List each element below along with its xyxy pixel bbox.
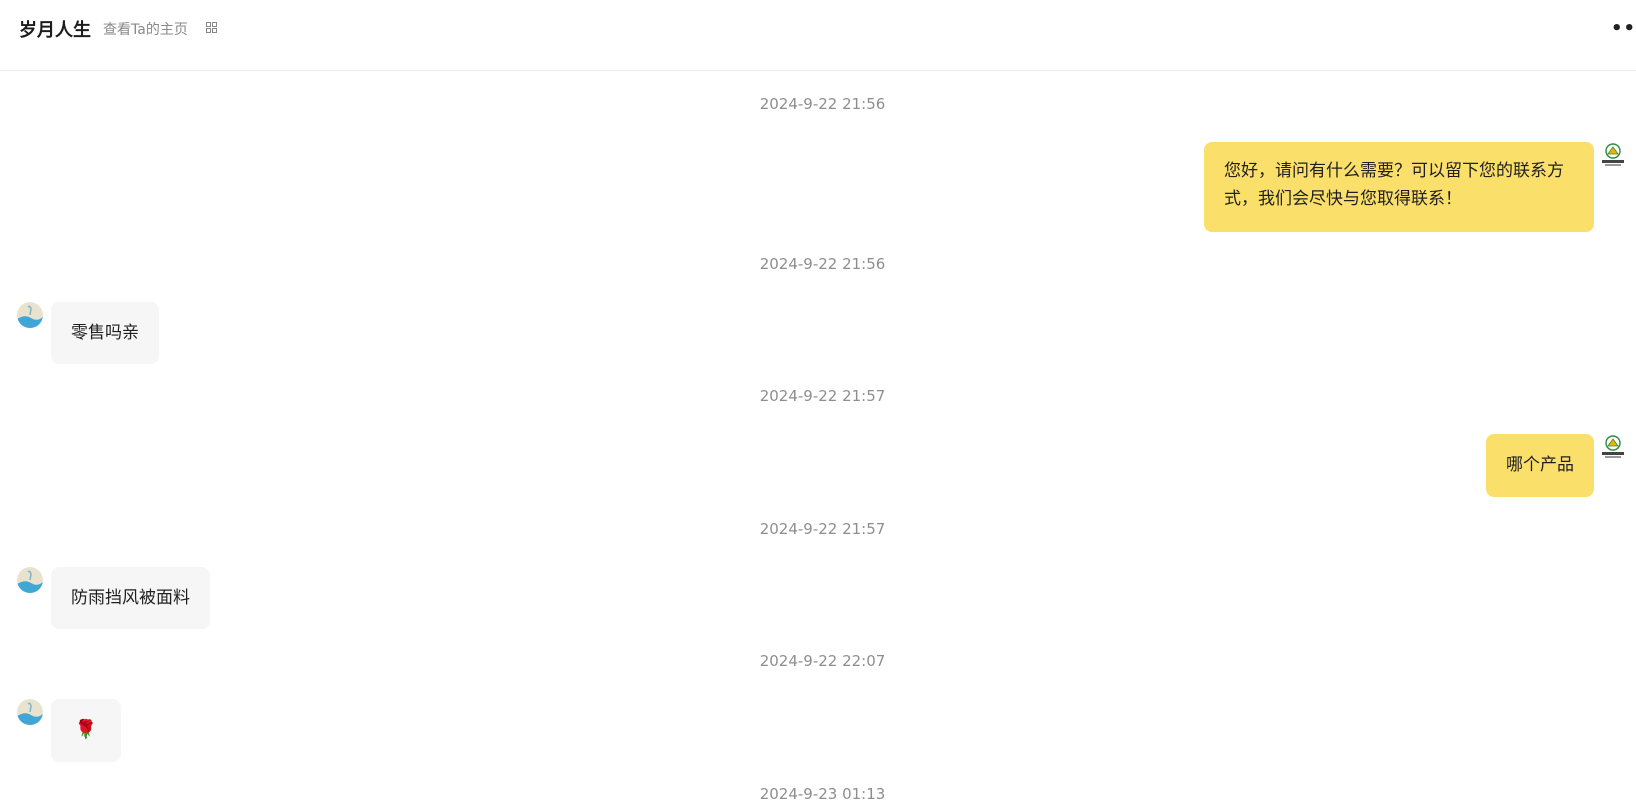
self-avatar-icon[interactable] bbox=[1601, 434, 1625, 460]
contact-avatar-icon[interactable] bbox=[17, 302, 43, 328]
contact-avatar-icon[interactable] bbox=[17, 699, 43, 725]
view-profile-link[interactable]: 查看Ta的主页 bbox=[103, 19, 188, 39]
self-avatar-icon[interactable] bbox=[1601, 142, 1625, 168]
incoming-message-bubble: 防雨挡风被面料 bbox=[51, 567, 210, 629]
message-timestamp: 2024-9-23 01:13 bbox=[759, 785, 886, 800]
chat-header: 岁月人生 查看Ta的主页 •• bbox=[0, 0, 1636, 71]
qr-code-icon[interactable] bbox=[206, 22, 217, 33]
outgoing-message-bubble: 您好，请问有什么需要？可以留下您的联系方式，我们会尽快与您取得联系！ bbox=[1204, 142, 1594, 232]
outgoing-message-bubble: 哪个产品 bbox=[1486, 434, 1594, 497]
contact-name: 岁月人生 bbox=[19, 20, 91, 41]
message-timestamp: 2024-9-22 21:57 bbox=[759, 387, 886, 405]
more-options-icon[interactable]: •• bbox=[1611, 18, 1636, 39]
message-timestamp: 2024-9-22 21:56 bbox=[759, 95, 886, 113]
incoming-emoji-bubble: 🌹 bbox=[51, 699, 121, 762]
message-timestamp: 2024-9-22 21:57 bbox=[759, 520, 886, 538]
incoming-message-bubble: 零售吗亲 bbox=[51, 302, 159, 364]
chat-window: 岁月人生 查看Ta的主页 •• 2024-9-22 21:56 您好，请问有什么… bbox=[0, 0, 1636, 800]
message-list: 2024-9-22 21:56 您好，请问有什么需要？可以留下您的联系方式，我们… bbox=[0, 71, 1636, 800]
message-timestamp: 2024-9-22 21:56 bbox=[759, 255, 886, 273]
message-timestamp: 2024-9-22 22:07 bbox=[759, 652, 886, 670]
contact-avatar-icon[interactable] bbox=[17, 567, 43, 593]
